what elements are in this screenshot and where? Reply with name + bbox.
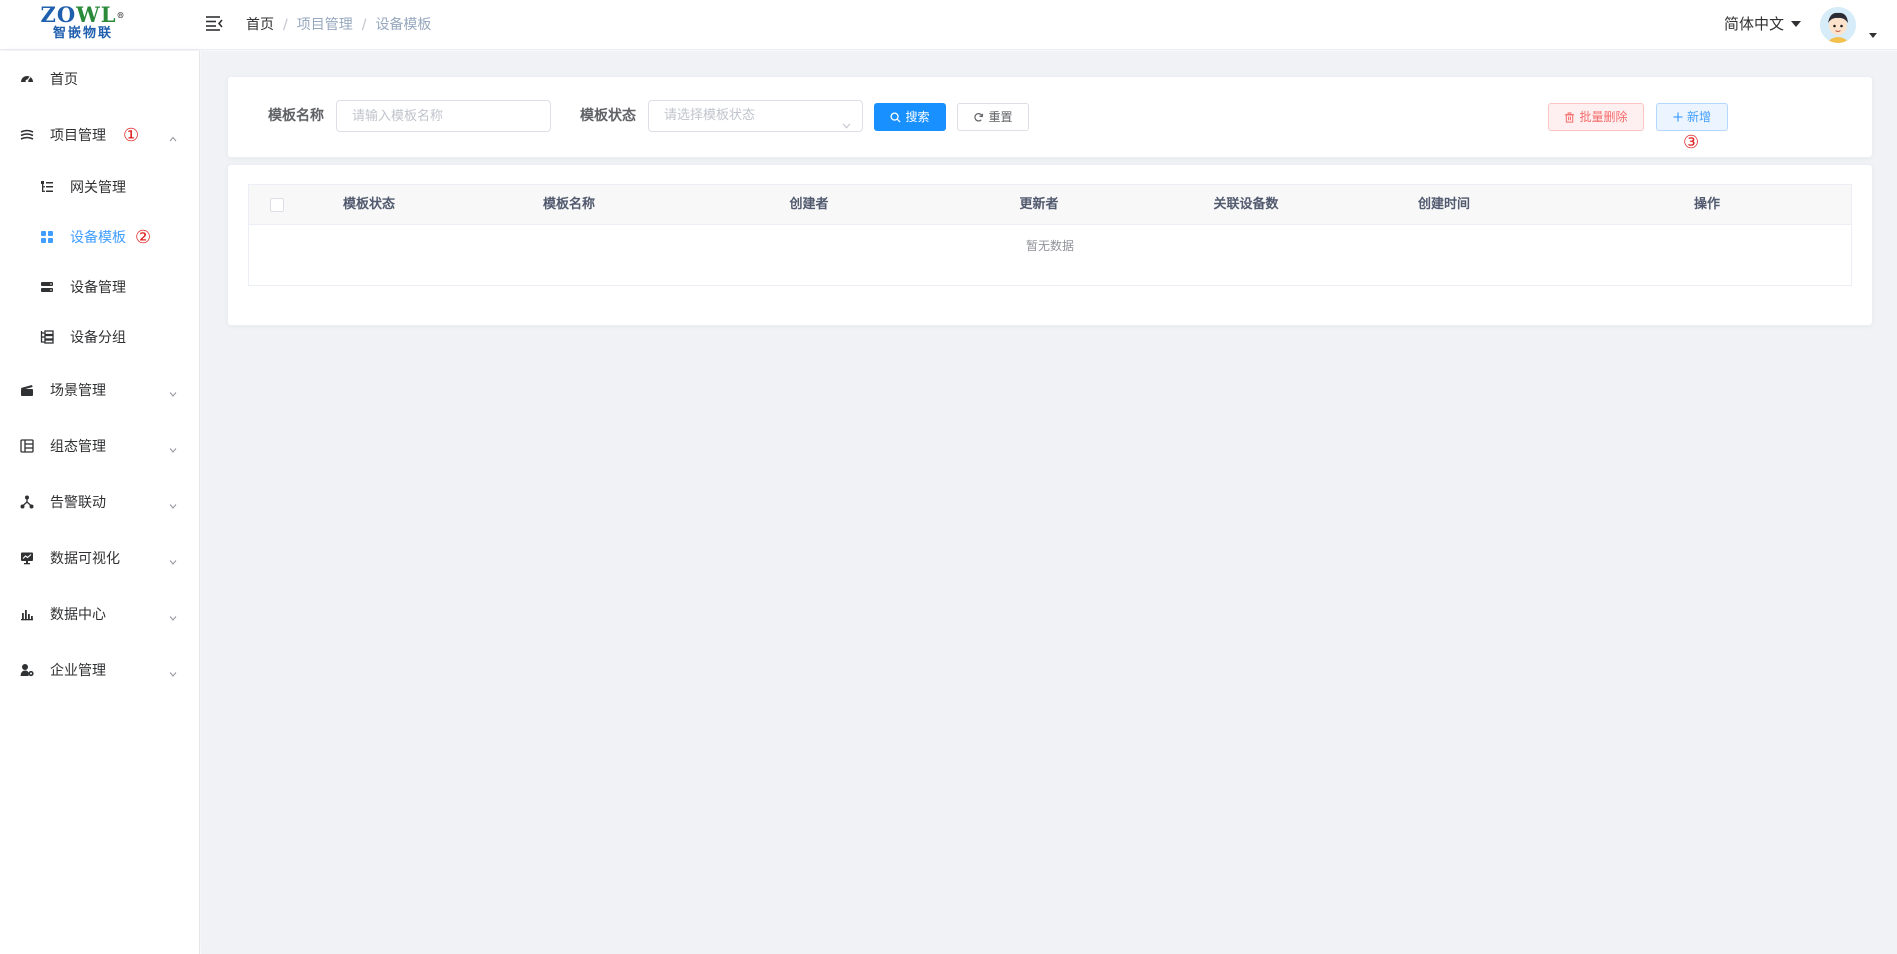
breadcrumb-device-template: 设备模板	[375, 17, 432, 33]
table-header: 模板状态 模板名称 创建者 更新者 关联设备数 创建时间 操作	[249, 185, 1851, 225]
template-table: 模板状态 模板名称 创建者 更新者 关联设备数 创建时间 操作 暂无数据	[248, 184, 1852, 286]
column-header-template-status[interactable]: 模板状态	[319, 185, 419, 225]
server-icon	[40, 280, 54, 294]
sidebar-item-device-group[interactable]: 设备分组	[0, 315, 200, 359]
sidebar-item-label: 告警联动	[50, 495, 106, 511]
layers-icon	[20, 128, 34, 142]
grid-icon	[40, 230, 54, 244]
sidebar-item-device-template[interactable]: 设备模板 ②	[0, 215, 200, 259]
sidebar-item-label: 企业管理	[50, 663, 106, 679]
main-content: 模板名称 模板状态 请选择模板状态 搜索 重置 批量删除 新增 ③	[201, 51, 1897, 954]
sidebar-item-configuration-management[interactable]: 组态管理	[0, 424, 200, 468]
search-icon	[890, 111, 902, 123]
template-name-input[interactable]	[336, 100, 551, 132]
sidebar-item-scene-management[interactable]: 场景管理	[0, 368, 200, 412]
breadcrumb-project-management: 项目管理	[296, 17, 353, 33]
annotation-marker-2: ②	[135, 226, 152, 248]
network-icon	[20, 495, 34, 509]
chart-icon	[20, 607, 34, 621]
reset-button[interactable]: 重置	[957, 103, 1029, 131]
sidebar-item-label: 首页	[50, 72, 78, 88]
sidebar-item-label: 设备管理	[70, 280, 126, 296]
add-button-label: 新增	[1686, 110, 1711, 124]
sidebar-item-label: 项目管理	[50, 128, 106, 144]
caret-down-icon	[1791, 21, 1802, 27]
template-name-label: 模板名称	[268, 108, 324, 124]
breadcrumb-separator: /	[283, 17, 288, 33]
column-header-device-count[interactable]: 关联设备数	[1196, 185, 1296, 225]
logo-text-b: WL	[76, 2, 117, 27]
refresh-icon	[973, 112, 984, 123]
dashboard-icon	[20, 72, 34, 86]
breadcrumb-separator: /	[361, 17, 367, 33]
clapper-icon	[20, 383, 34, 397]
column-header-updater[interactable]: 更新者	[989, 185, 1089, 225]
table-empty-text: 暂无数据	[1025, 239, 1074, 253]
language-selector[interactable]: 简体中文	[1724, 14, 1802, 34]
column-header-actions: 操作	[1693, 197, 1720, 212]
user-gear-icon	[20, 663, 34, 677]
column-header-created-time[interactable]: 创建时间	[1394, 185, 1494, 225]
select-all-checkbox[interactable]	[270, 198, 284, 212]
search-panel: 模板名称 模板状态 请选择模板状态 搜索 重置 批量删除 新增 ③	[227, 76, 1873, 158]
chevron-down-icon	[169, 554, 177, 565]
add-button[interactable]: 新增	[1656, 103, 1728, 131]
sidebar-item-label: 网关管理	[70, 180, 126, 196]
batch-delete-button[interactable]: 批量删除	[1548, 103, 1644, 131]
sidebar-item-label: 数据中心	[50, 607, 106, 623]
sidebar-item-label: 场景管理	[50, 383, 106, 399]
sidebar-item-device-management[interactable]: 设备管理	[0, 265, 200, 309]
reset-button-label: 重置	[988, 110, 1013, 124]
chevron-down-icon	[842, 112, 851, 129]
caret-down-icon[interactable]	[1869, 33, 1877, 38]
trash-icon	[1564, 111, 1575, 123]
chevron-down-icon	[169, 386, 177, 397]
breadcrumb-home[interactable]: 首页	[246, 15, 274, 35]
sidebar-item-alarm-linkage[interactable]: 告警联动	[0, 480, 200, 524]
breadcrumb: 首页 / 项目管理 / 设备模板	[246, 15, 431, 35]
sidebar-toggle-icon[interactable]	[205, 14, 223, 32]
list-icon	[20, 439, 34, 453]
column-header-template-name[interactable]: 模板名称	[519, 185, 619, 225]
chevron-down-icon	[169, 442, 177, 453]
table-panel: 模板状态 模板名称 创建者 更新者 关联设备数 创建时间 操作 暂无数据	[227, 164, 1873, 326]
sidebar-item-enterprise-management[interactable]: 企业管理	[0, 648, 200, 692]
language-label: 简体中文	[1724, 15, 1785, 33]
sidebar: 首页 项目管理 ① 网关管理 设备模板 ② 设备管理 设备分组 场景管理 组态管…	[0, 51, 200, 954]
avatar[interactable]	[1820, 7, 1856, 43]
search-button[interactable]: 搜索	[874, 103, 946, 131]
chevron-up-icon	[169, 131, 177, 142]
logo-reg-mark: ®	[116, 10, 126, 20]
template-status-placeholder: 请选择模板状态	[664, 108, 756, 123]
logo-text-a: ZO	[40, 2, 77, 27]
group-icon	[40, 330, 54, 344]
top-header: ZOWL® 智嵌物联 首页 / 项目管理 / 设备模板 简体中文	[0, 0, 1897, 50]
sidebar-item-home[interactable]: 首页	[0, 57, 200, 101]
sidebar-item-data-visualization[interactable]: 数据可视化	[0, 536, 200, 580]
batch-delete-label: 批量删除	[1579, 110, 1628, 124]
sidebar-item-data-center[interactable]: 数据中心	[0, 592, 200, 636]
sidebar-item-label: 组态管理	[50, 439, 106, 455]
tree-icon	[40, 180, 54, 194]
column-header-creator[interactable]: 创建者	[759, 185, 859, 225]
sidebar-item-label: 数据可视化	[50, 551, 120, 567]
chevron-down-icon	[169, 498, 177, 509]
company-logo[interactable]: ZOWL® 智嵌物联	[40, 4, 126, 48]
chevron-down-icon	[169, 610, 177, 621]
plus-icon	[1673, 112, 1683, 122]
chevron-down-icon	[169, 666, 177, 677]
logo-wordmark: ZOWL®	[40, 4, 126, 26]
template-status-select[interactable]: 请选择模板状态	[648, 100, 863, 132]
annotation-marker-1: ①	[123, 124, 140, 146]
sidebar-item-label: 设备模板	[70, 230, 126, 246]
sidebar-item-project-management[interactable]: 项目管理 ①	[0, 113, 200, 157]
monitor-icon	[20, 551, 34, 565]
sidebar-item-gateway-management[interactable]: 网关管理	[0, 165, 200, 209]
template-status-label: 模板状态	[580, 108, 636, 124]
sidebar-item-label: 设备分组	[70, 330, 126, 346]
search-button-label: 搜索	[905, 110, 930, 124]
annotation-marker-3: ③	[1683, 132, 1700, 153]
logo-chinese-name: 智嵌物联	[52, 26, 113, 41]
